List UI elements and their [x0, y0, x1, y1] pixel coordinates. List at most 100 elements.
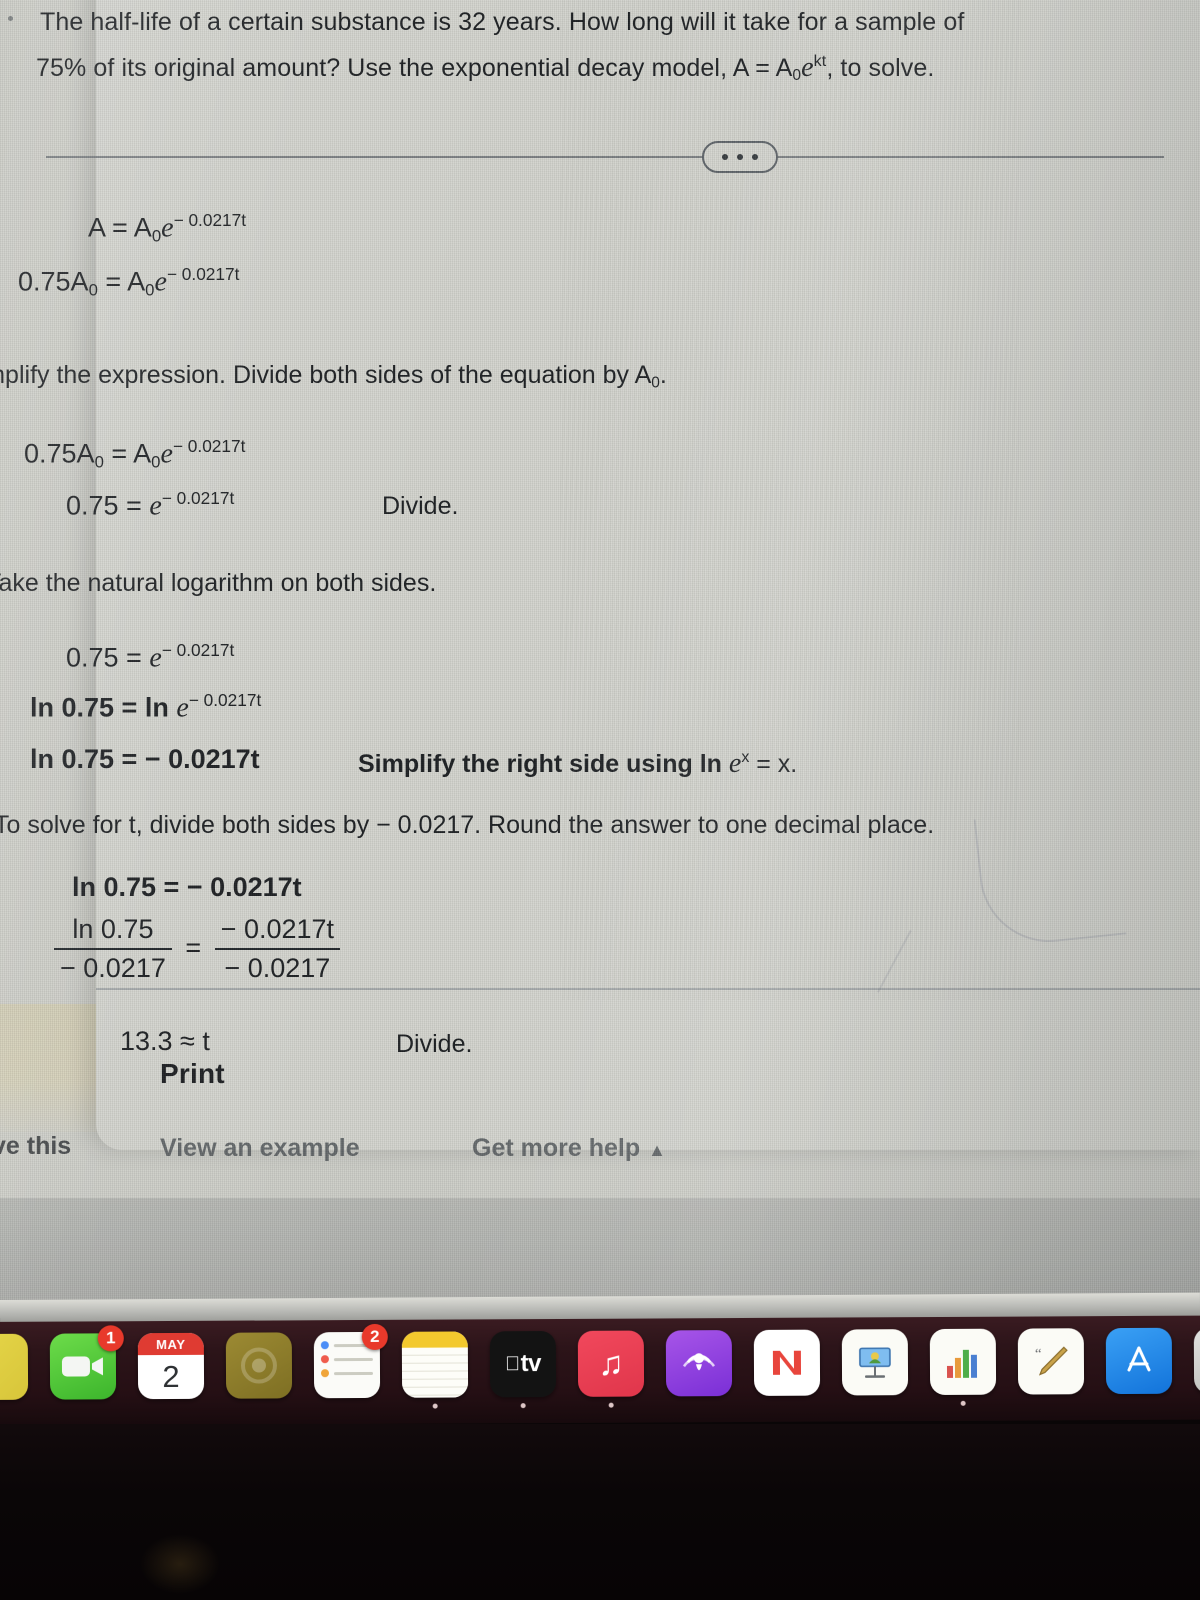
- news-icon: [753, 1329, 821, 1396]
- instruction-1-period: .: [659, 361, 667, 389]
- bar-chart-icon: [946, 1349, 978, 1378]
- reminders-badge: 2: [361, 1323, 388, 1351]
- pinwheel-icon: [240, 1347, 277, 1384]
- instruction-1-sub: 0: [651, 374, 660, 392]
- fraction-left-numerator: ln 0.75: [72, 914, 154, 944]
- equation-4-exponent: − 0.0217t: [161, 488, 235, 508]
- news-n-icon: [772, 1350, 802, 1375]
- reminder-line-bar: [333, 1357, 373, 1361]
- bottom-toolbar: ve this View an example Get more help ▲: [0, 1128, 1200, 1184]
- svg-text:“: “: [1035, 1346, 1042, 1362]
- notes-header-strip: [401, 1331, 468, 1348]
- equation-fraction: ln 0.75 − 0.0217 = − 0.0217t − 0.0217: [48, 914, 346, 985]
- caret-up-icon: ▲: [648, 1140, 666, 1160]
- dock-item-pages[interactable]: “: [1017, 1328, 1085, 1395]
- fraction-equals: =: [185, 932, 202, 963]
- calendar-month-label: MAY: [137, 1332, 204, 1356]
- equation-5-e: e: [149, 642, 162, 674]
- panel-separator: [96, 988, 1200, 990]
- gear-icon: [1193, 1327, 1200, 1394]
- problem-line-2-a: 75% of its original amount? Use the expo…: [36, 53, 793, 82]
- equation-8-text: ln 0.75 = − 0.0217t: [72, 872, 302, 902]
- reminder-row: [320, 1369, 374, 1378]
- reminder-dot-icon: [320, 1355, 329, 1364]
- equation-2: 0.75A0 = A0e− 0.0217t: [18, 264, 239, 300]
- facetime-badge: 1: [97, 1325, 124, 1352]
- podcasts-icon: [665, 1330, 733, 1397]
- running-indicator-dot: [520, 1403, 526, 1409]
- equation-8: ln 0.75 = − 0.0217t: [72, 872, 302, 904]
- equation-7-text: ln 0.75 = − 0.0217t: [30, 744, 260, 774]
- instruction-1: Simplify the expression. Divide both sid…: [0, 360, 667, 393]
- problem-line-1: The half-life of a certain substance is …: [40, 8, 965, 36]
- photos-icon: [225, 1332, 293, 1399]
- dock-item-apple-tv[interactable]: tv: [489, 1330, 557, 1409]
- equation-2-lhs: 0.75A: [18, 266, 89, 297]
- calendar-icon: MAY 2: [137, 1332, 205, 1400]
- dock-item-keynote[interactable]: [841, 1329, 909, 1396]
- fraction-left-denominator: − 0.0217: [60, 952, 166, 983]
- view-an-example-button[interactable]: View an example: [160, 1134, 360, 1163]
- photo-of-laptop-screen: The half-life of a certain substance is …: [0, 0, 1200, 1600]
- dock-item-numbers[interactable]: [929, 1328, 997, 1406]
- dock-item-reminders[interactable]: 2: [313, 1323, 388, 1399]
- music-note-glyph: ♫: [598, 1344, 624, 1383]
- ellipsis-expand-button[interactable]: [702, 141, 778, 173]
- equation-2-e: e: [154, 266, 167, 298]
- calendar-day-label: 2: [162, 1358, 180, 1395]
- divider-line: [46, 156, 1164, 158]
- dock-item-calendar[interactable]: MAY 2: [137, 1332, 205, 1400]
- equation-2-exponent: − 0.0217t: [166, 264, 240, 284]
- fraction-right-denominator: − 0.0217: [224, 952, 331, 983]
- save-this-button[interactable]: ve this: [0, 1132, 71, 1161]
- problem-line-2-c: , to solve.: [826, 53, 935, 82]
- apple-logo-icon: : [505, 1353, 520, 1376]
- dock-item-news[interactable]: [753, 1329, 821, 1396]
- equation-3-eq: = A: [103, 438, 152, 469]
- laptop-base: [0, 1424, 1200, 1600]
- equation-7-note-a: Simplify the right side using ln: [358, 750, 729, 778]
- dock-item-music[interactable]: ♫: [577, 1330, 645, 1408]
- reminder-dot-icon: [320, 1369, 330, 1378]
- broadcast-icon: [682, 1353, 716, 1371]
- pages-icon: “: [1017, 1328, 1085, 1395]
- video-camera-icon: [61, 1356, 104, 1377]
- dock-item-notes[interactable]: [401, 1331, 469, 1409]
- keynote-icon: [841, 1329, 909, 1396]
- dock-item-edge-app[interactable]: [0, 1333, 29, 1401]
- equation-4: 0.75 = e− 0.0217t: [66, 488, 234, 523]
- notes-lines: [401, 1347, 469, 1398]
- equation-1-e: e: [161, 212, 174, 244]
- equation-1-sub: 0: [151, 226, 162, 246]
- dock-icons: 1 MAY 2 2 tv ♫ “: [0, 1323, 1200, 1409]
- instruction-3: To solve for t, divide both sides by − 0…: [0, 811, 935, 839]
- instruction-2: Take the natural logarithm on both sides…: [0, 569, 437, 597]
- equation-6-lhs: ln 0.75 = ln: [30, 692, 177, 723]
- pen-and-quote-icon: “: [1035, 1346, 1068, 1376]
- dock-item-app-store[interactable]: [1105, 1327, 1173, 1395]
- app-store-a-icon: [1127, 1346, 1151, 1372]
- equation-1: A = A0e− 0.0217t: [88, 210, 246, 246]
- fraction-right-numerator: − 0.0217t: [220, 914, 335, 944]
- dock-item-system-settings[interactable]: [1193, 1327, 1200, 1394]
- equation-3: 0.75A0 = A0e− 0.0217t: [24, 436, 245, 472]
- edge-app-icon: [0, 1333, 29, 1401]
- equation-4-lhs: 0.75 =: [66, 490, 150, 521]
- equation-1-lhs: A = A: [88, 212, 152, 243]
- app-store-icon: [1105, 1327, 1173, 1395]
- equation-9: 13.3 ≈ t: [120, 1026, 210, 1056]
- dock-item-photos[interactable]: [225, 1332, 293, 1399]
- equation-3-sub-1: 0: [94, 452, 104, 472]
- dock-item-facetime[interactable]: 1: [49, 1325, 124, 1400]
- numbers-bar-chart-icon: [929, 1328, 997, 1396]
- equation-4-e: e: [149, 490, 162, 522]
- apple-tv-label: tv: [513, 1350, 540, 1378]
- equation-7: ln 0.75 = − 0.0217t: [30, 744, 260, 776]
- get-more-help-button[interactable]: Get more help ▲: [472, 1134, 666, 1163]
- equation-7-note: Simplify the right side using ln ex = x.: [358, 748, 797, 780]
- equation-7-note-b: = x.: [749, 750, 798, 778]
- dock-item-podcasts[interactable]: [665, 1330, 733, 1397]
- equation-3-e: e: [160, 438, 173, 470]
- print-button[interactable]: Print: [160, 1058, 225, 1090]
- reminder-dot-icon: [320, 1341, 329, 1350]
